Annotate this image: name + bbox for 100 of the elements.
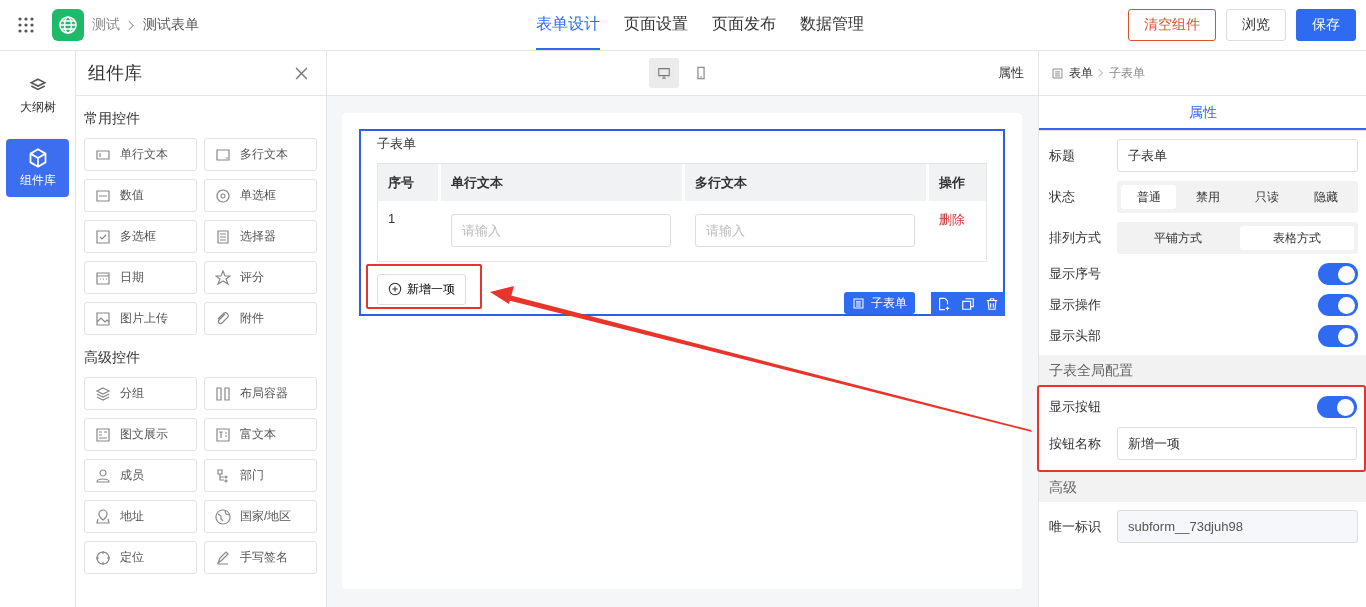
cube-icon <box>27 147 48 168</box>
close-icon[interactable] <box>295 66 308 80</box>
component-icon <box>215 228 231 245</box>
breadcrumb-item[interactable]: 子表单 <box>1109 64 1145 82</box>
column-header: 多行文本 <box>685 164 926 201</box>
component-item[interactable]: 日期 <box>84 261 197 294</box>
component-item[interactable]: 定位 <box>84 541 197 574</box>
delete-link[interactable]: 删除 <box>939 212 965 227</box>
breadcrumb-item[interactable]: 测试 <box>92 16 120 34</box>
field-label: 唯一标识 <box>1049 517 1102 536</box>
desktop-toggle[interactable] <box>649 58 679 88</box>
segment-option[interactable]: 只读 <box>1239 185 1295 209</box>
rail-tab[interactable]: 大纲树 <box>6 67 69 125</box>
segment-option[interactable]: 禁用 <box>1180 185 1236 209</box>
monitor-icon <box>657 66 671 80</box>
component-item[interactable]: 部门 <box>204 459 317 492</box>
component-icon <box>215 426 231 443</box>
component-icon <box>215 549 231 566</box>
trash-icon[interactable] <box>985 297 999 311</box>
breadcrumb-item[interactable]: 测试表单 <box>143 16 199 34</box>
input-field[interactable]: 子表单 <box>1117 139 1358 172</box>
component-item[interactable]: 多选框 <box>84 220 197 253</box>
component-item[interactable]: 数值 <box>84 179 197 212</box>
nav-tab[interactable]: 数据管理 <box>800 0 864 50</box>
component-item[interactable]: 图文展示 <box>84 418 197 451</box>
breadcrumb-item[interactable]: 表单 <box>1069 64 1093 82</box>
component-item[interactable]: 附件 <box>204 302 317 335</box>
field-label: 显示序号 <box>1049 265 1102 283</box>
field-label: 显示操作 <box>1049 296 1102 314</box>
panel-title: 组件库 <box>88 62 142 85</box>
toggle-switch[interactable] <box>1318 325 1358 347</box>
segment-option[interactable]: 表格方式 <box>1239 226 1354 250</box>
component-icon <box>95 187 111 204</box>
copy-icon[interactable] <box>961 297 975 311</box>
field-label: 显示头部 <box>1049 327 1102 345</box>
form-icon <box>852 296 865 310</box>
column-header: 单行文本 <box>441 164 682 201</box>
component-item[interactable]: 多行文本 <box>204 138 317 171</box>
toggle-switch[interactable] <box>1318 294 1358 316</box>
component-icon <box>95 385 111 402</box>
segment-option[interactable]: 普通 <box>1121 185 1177 209</box>
component-item[interactable]: 手写签名 <box>204 541 317 574</box>
chevron-icon <box>1098 68 1104 78</box>
nav-tab[interactable]: 页面发布 <box>712 0 776 50</box>
rail-label: 大纲树 <box>19 98 56 116</box>
subform-frame[interactable]: 子表单 序号 单行文本 多行文本 操作 1 请输入 请输入 删除 新增一项 子表单 <box>359 129 1005 316</box>
component-icon <box>95 508 111 525</box>
field-label: 排列方式 <box>1049 229 1102 247</box>
column-header: 序号 <box>378 164 438 201</box>
component-item[interactable]: 选择器 <box>204 220 317 253</box>
row-number: 1 <box>388 211 396 226</box>
component-tag[interactable]: 子表单 <box>844 292 915 314</box>
nav-tab[interactable]: 页面设置 <box>624 0 688 50</box>
group-title: 高级控件 <box>84 349 141 367</box>
section-title: 高级 <box>1039 472 1366 502</box>
group-title: 常用控件 <box>84 110 141 128</box>
clear-button[interactable]: 清空组件 <box>1128 9 1216 41</box>
component-item[interactable]: 国家/地区 <box>204 500 317 533</box>
component-icon <box>215 467 231 484</box>
component-icon <box>215 310 231 327</box>
component-item[interactable]: 布局容器 <box>204 377 317 410</box>
input-field[interactable]: 请输入 <box>451 214 671 247</box>
segment-option[interactable]: 平铺方式 <box>1121 226 1236 250</box>
component-icon <box>95 467 111 484</box>
preview-button[interactable]: 浏览 <box>1226 9 1286 41</box>
properties-label[interactable]: 属性 <box>998 64 1024 82</box>
form-icon <box>1051 66 1064 80</box>
toggle-switch[interactable] <box>1318 263 1358 285</box>
phone-icon <box>694 66 708 80</box>
component-item[interactable]: 单选框 <box>204 179 317 212</box>
component-item[interactable]: 富文本 <box>204 418 317 451</box>
subform-title: 子表单 <box>377 135 417 153</box>
chevron-icon <box>128 19 135 31</box>
rail-tab[interactable]: 组件库 <box>6 139 69 197</box>
component-icon <box>215 508 231 525</box>
field-label: 状态 <box>1049 188 1076 206</box>
input-field[interactable]: 新增一项 <box>1117 427 1357 460</box>
field-label: 按钮名称 <box>1049 434 1102 453</box>
field-label: 标题 <box>1049 146 1076 165</box>
add-item-button[interactable]: 新增一项 <box>377 273 466 305</box>
component-icon <box>95 228 111 245</box>
input-field[interactable]: 请输入 <box>695 214 915 247</box>
component-item[interactable]: 单行文本 <box>84 138 197 171</box>
toggle-switch[interactable] <box>1317 396 1357 418</box>
component-item[interactable]: 图片上传 <box>84 302 197 335</box>
properties-tab[interactable]: 属性 <box>1039 96 1366 130</box>
component-icon <box>95 269 111 286</box>
add-file-icon[interactable] <box>937 297 951 311</box>
component-item[interactable]: 地址 <box>84 500 197 533</box>
rail-label: 组件库 <box>19 171 56 189</box>
plus-circle-icon <box>388 282 402 296</box>
component-item[interactable]: 成员 <box>84 459 197 492</box>
component-item[interactable]: 分组 <box>84 377 197 410</box>
save-button[interactable]: 保存 <box>1296 9 1356 41</box>
component-icon <box>95 549 111 566</box>
component-item[interactable]: 评分 <box>204 261 317 294</box>
component-icon <box>215 269 231 286</box>
segment-option[interactable]: 隐藏 <box>1298 185 1354 209</box>
globe-logo <box>52 9 84 41</box>
apps-grid-icon[interactable] <box>18 17 34 33</box>
